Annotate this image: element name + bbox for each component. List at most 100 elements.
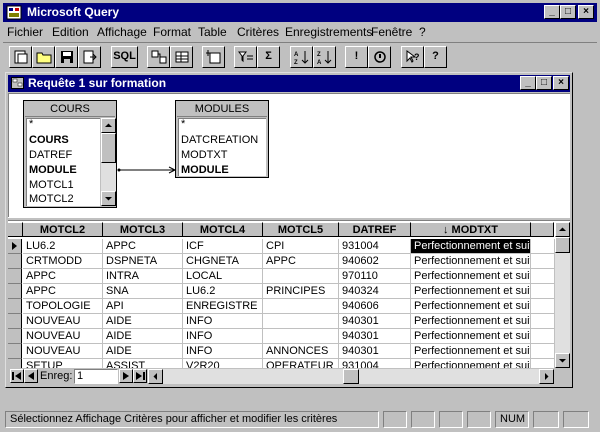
grid-cell-motcl4[interactable]: INFO bbox=[183, 344, 263, 359]
join-line[interactable] bbox=[117, 164, 177, 176]
grid-scroll-down-button[interactable] bbox=[555, 353, 570, 368]
menu-criteres[interactable]: Critères bbox=[237, 25, 279, 39]
query-now-button[interactable]: ! bbox=[345, 46, 368, 68]
grid-cell-modtxt[interactable]: Perfectionnement et suivi bbox=[411, 329, 531, 344]
scroll-up-button[interactable] bbox=[101, 118, 116, 133]
grid-cell-datref[interactable]: 940301 bbox=[339, 329, 411, 344]
grid-cell-modtxt[interactable]: Perfectionnement et suivi bbox=[411, 299, 531, 314]
grid-cell-motcl5[interactable] bbox=[263, 314, 339, 329]
grid-cell-modtxt[interactable]: Perfectionnement et suivi bbox=[411, 269, 531, 284]
column-header-datref[interactable]: DATREF bbox=[339, 222, 411, 237]
grid-cell-datref[interactable]: 940606 bbox=[339, 299, 411, 314]
field-modules-star[interactable]: * bbox=[181, 119, 185, 132]
grid-cell-motcl2[interactable]: NOUVEAU bbox=[23, 329, 103, 344]
column-header-modtxt[interactable]: ↓ MODTXT bbox=[411, 222, 531, 237]
grid-cell-motcl2[interactable]: APPC bbox=[23, 284, 103, 299]
table-modules[interactable]: MODULES * DATCREATION MODTXT MODULE bbox=[175, 100, 269, 178]
open-button[interactable] bbox=[32, 46, 55, 68]
grid-cell-motcl4[interactable]: INFO bbox=[183, 329, 263, 344]
grid-cell-motcl4[interactable]: LU6.2 bbox=[183, 284, 263, 299]
grid-cell-motcl5[interactable] bbox=[263, 269, 339, 284]
criteria-equals-button[interactable] bbox=[234, 46, 257, 68]
grid-cell-motcl4[interactable]: ENREGISTRE bbox=[183, 299, 263, 314]
field-cours-datref[interactable]: DATREF bbox=[29, 148, 72, 163]
row-selector[interactable] bbox=[8, 314, 22, 329]
grid-cell-motcl4[interactable]: CHGNETA bbox=[183, 254, 263, 269]
table-cours-header[interactable]: COURS bbox=[25, 102, 115, 117]
table-cours-scrollbar[interactable] bbox=[101, 118, 116, 206]
return-data-button[interactable] bbox=[78, 46, 101, 68]
help-button[interactable]: ? bbox=[424, 46, 447, 68]
scroll-thumb[interactable] bbox=[101, 133, 116, 163]
grid-cell-datref[interactable]: 970110 bbox=[339, 269, 411, 284]
field-modules-datcreation[interactable]: DATCREATION bbox=[181, 133, 258, 148]
grid-cell-motcl3[interactable]: INTRA bbox=[103, 269, 183, 284]
menu-format[interactable]: Format bbox=[153, 25, 191, 39]
table-modules-header[interactable]: MODULES bbox=[177, 102, 267, 117]
field-cours-star[interactable]: * bbox=[29, 119, 33, 132]
last-record-button[interactable] bbox=[133, 369, 147, 383]
row-selector[interactable] bbox=[8, 344, 22, 359]
grid-cell-motcl3[interactable]: API bbox=[103, 299, 183, 314]
auto-query-button[interactable] bbox=[368, 46, 391, 68]
grid-cell-motcl5[interactable]: ANNONCES bbox=[263, 344, 339, 359]
grid-cell-motcl5[interactable]: CPI bbox=[263, 239, 339, 254]
menu-affichage[interactable]: Affichage bbox=[97, 25, 147, 39]
grid-cell-motcl2[interactable]: TOPOLOGIE bbox=[23, 299, 103, 314]
grid-cell-datref[interactable]: 940324 bbox=[339, 284, 411, 299]
query-maximize-button[interactable]: □ bbox=[536, 76, 552, 90]
grid-cell-motcl2[interactable]: APPC bbox=[23, 269, 103, 284]
query-close-button[interactable]: × bbox=[553, 76, 569, 90]
show-criteria-button[interactable] bbox=[170, 46, 193, 68]
context-help-button[interactable]: ? bbox=[401, 46, 424, 68]
field-modules-modtxt[interactable]: MODTXT bbox=[181, 148, 227, 163]
grid-cell-motcl5[interactable] bbox=[263, 329, 339, 344]
grid-scroll-up-button[interactable] bbox=[555, 222, 570, 237]
grid-cell-motcl3[interactable]: AIDE bbox=[103, 344, 183, 359]
grid-cell-modtxt[interactable]: Perfectionnement et suivi bbox=[411, 344, 531, 359]
grid-cell-motcl2[interactable]: NOUVEAU bbox=[23, 314, 103, 329]
grid-cell-modtxt[interactable]: Perfectionnement et suivi bbox=[411, 314, 531, 329]
new-query-button[interactable] bbox=[9, 46, 32, 68]
previous-record-button[interactable] bbox=[24, 369, 38, 383]
menu-fenetre[interactable]: Fenêtre bbox=[371, 25, 412, 39]
grid-cell-motcl4[interactable]: INFO bbox=[183, 314, 263, 329]
grid-cell-motcl2[interactable]: CRTMODD bbox=[23, 254, 103, 269]
row-selector[interactable] bbox=[8, 269, 22, 284]
grid-cell-motcl3[interactable]: APPC bbox=[103, 239, 183, 254]
grid-cell-datref[interactable]: 940301 bbox=[339, 314, 411, 329]
grid-cell-motcl3[interactable]: DSPNETA bbox=[103, 254, 183, 269]
next-record-button[interactable] bbox=[119, 369, 133, 383]
add-tables-button[interactable] bbox=[202, 46, 225, 68]
grid-cell-motcl3[interactable]: AIDE bbox=[103, 329, 183, 344]
row-selector[interactable] bbox=[8, 254, 22, 269]
row-selector[interactable] bbox=[8, 299, 22, 314]
table-cours[interactable]: COURS * COURS DATREF MODULE MOTCL1 MOTCL… bbox=[23, 100, 117, 208]
grid-cell-motcl5[interactable] bbox=[263, 299, 339, 314]
close-button[interactable]: × bbox=[578, 5, 594, 19]
maximize-button[interactable]: □ bbox=[560, 5, 576, 19]
grid-cell-motcl2[interactable]: LU6.2 bbox=[23, 239, 103, 254]
field-modules-module[interactable]: MODULE bbox=[181, 163, 229, 176]
grid-cell-motcl5[interactable]: PRINCIPES bbox=[263, 284, 339, 299]
sort-descending-button[interactable]: ZA bbox=[313, 46, 336, 68]
grid-cell-motcl4[interactable]: ICF bbox=[183, 239, 263, 254]
grid-cell-motcl5[interactable]: APPC bbox=[263, 254, 339, 269]
grid-cell-modtxt[interactable]: Perfectionnement et suivi bbox=[411, 239, 531, 254]
show-tables-button[interactable] bbox=[147, 46, 170, 68]
row-selector[interactable] bbox=[8, 239, 22, 254]
horizontal-scroll-thumb[interactable] bbox=[343, 369, 359, 384]
field-cours-motcl1[interactable]: MOTCL1 bbox=[29, 178, 74, 193]
grid-cell-motcl4[interactable]: LOCAL bbox=[183, 269, 263, 284]
menu-table[interactable]: Table bbox=[198, 25, 227, 39]
field-cours-motcl2[interactable]: MOTCL2 bbox=[29, 192, 74, 206]
grid-horizontal-scrollbar[interactable] bbox=[148, 369, 554, 384]
menu-fichier[interactable]: Fichier bbox=[7, 25, 43, 39]
grid-vertical-scrollbar[interactable] bbox=[555, 222, 570, 369]
grid-cell-datref[interactable]: 940301 bbox=[339, 344, 411, 359]
record-number-field[interactable]: 1 bbox=[74, 369, 118, 384]
column-header-motcl4[interactable]: MOTCL4 bbox=[183, 222, 263, 237]
row-selector[interactable] bbox=[8, 284, 22, 299]
column-header-motcl3[interactable]: MOTCL3 bbox=[103, 222, 183, 237]
title-bar[interactable]: Microsoft Query _ □ × bbox=[3, 3, 597, 22]
